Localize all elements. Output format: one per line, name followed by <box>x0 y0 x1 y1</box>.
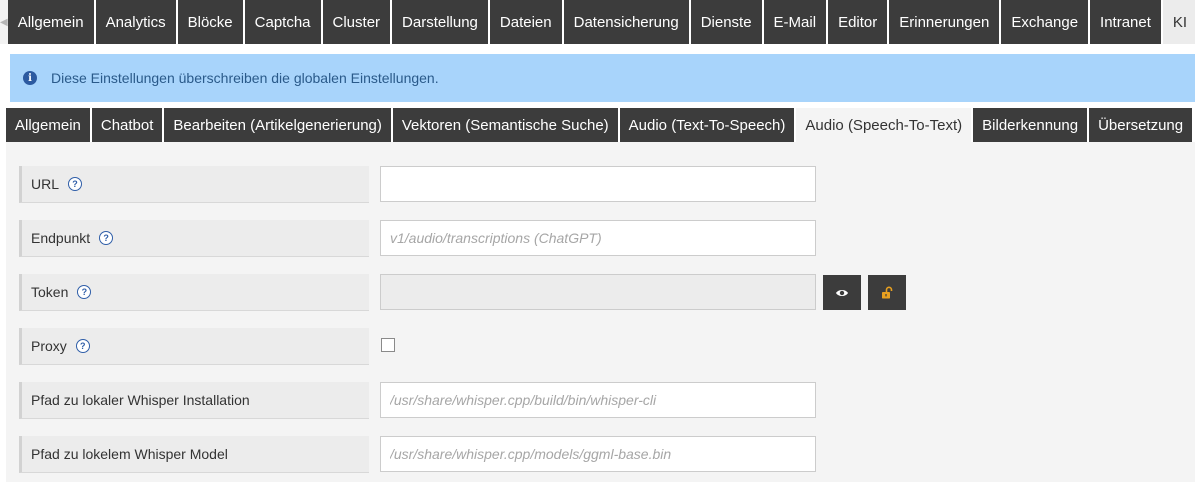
url-help-icon[interactable]: ? <box>68 177 83 191</box>
eye-icon <box>836 289 848 296</box>
info-banner-text: Diese Einstellungen überschreiben die gl… <box>51 70 439 86</box>
tab-erinnerungen[interactable]: Erinnerungen <box>889 0 1002 44</box>
endpoint-label: Endpunkt <box>31 230 91 246</box>
subtab-bilderkennung[interactable]: Bilderkennung <box>973 108 1090 142</box>
tab-intranet[interactable]: Intranet <box>1090 0 1163 44</box>
tab-analytics[interactable]: Analytics <box>95 0 178 44</box>
url-input[interactable] <box>380 166 816 202</box>
endpoint-help-icon[interactable]: ? <box>99 231 114 245</box>
subtab-uebersetzung[interactable]: Übersetzung <box>1089 108 1195 142</box>
token-label: Token <box>31 284 69 300</box>
proxy-help-icon[interactable]: ? <box>75 339 90 353</box>
whisper-model-label: Pfad zu lokelem Whisper Model <box>31 446 228 462</box>
tab-datensicherung[interactable]: Datensicherung <box>563 0 691 44</box>
tab-email[interactable]: E-Mail <box>763 0 829 44</box>
info-banner: i Diese Einstellungen überschreiben die … <box>10 54 1195 102</box>
tab-cluster[interactable]: Cluster <box>322 0 393 44</box>
tab-dateien[interactable]: Dateien <box>489 0 564 44</box>
proxy-label: Proxy <box>31 338 67 354</box>
subtab-bearbeiten[interactable]: Bearbeiten (Artikelgenerierung) <box>164 108 393 142</box>
tab-ki[interactable]: KI <box>1162 0 1195 44</box>
proxy-label-row: Proxy ? <box>19 328 369 365</box>
sub-tab-bar: Allgemein Chatbot Bearbeiten (Artikelgen… <box>6 108 1195 142</box>
unlock-icon <box>882 286 893 298</box>
token-input[interactable] <box>380 274 816 310</box>
tab-darstellung[interactable]: Darstellung <box>392 0 490 44</box>
info-icon: i <box>23 71 37 85</box>
tab-editor[interactable]: Editor <box>828 0 890 44</box>
endpoint-label-row: Endpunkt ? <box>19 220 369 257</box>
tab-dienste[interactable]: Dienste <box>690 0 764 44</box>
token-help-icon[interactable]: ? <box>77 285 92 299</box>
subtab-allgemein[interactable]: Allgemein <box>6 108 92 142</box>
subtab-speech-to-text[interactable]: Audio (Speech-To-Text) <box>796 108 974 142</box>
tab-exchange[interactable]: Exchange <box>1001 0 1091 44</box>
whisper-path-label-row: Pfad zu lokaler Whisper Installation <box>19 382 369 419</box>
main-tab-bar: ◀ Allgemein Analytics Blöcke Captcha Clu… <box>0 0 1195 44</box>
subtab-chatbot[interactable]: Chatbot <box>91 108 165 142</box>
url-label-row: URL ? <box>19 166 369 203</box>
subtab-vektoren[interactable]: Vektoren (Semantische Suche) <box>392 108 620 142</box>
whisper-path-label: Pfad zu lokaler Whisper Installation <box>31 392 250 408</box>
token-label-row: Token ? <box>19 274 369 311</box>
subtab-text-to-speech[interactable]: Audio (Text-To-Speech) <box>619 108 797 142</box>
unlock-token-button[interactable] <box>868 275 906 310</box>
whisper-path-input[interactable] <box>380 382 816 418</box>
endpoint-input[interactable] <box>380 220 816 256</box>
url-label: URL <box>31 176 60 192</box>
show-token-button[interactable] <box>823 275 861 310</box>
proxy-checkbox[interactable] <box>381 338 395 352</box>
scroll-left-icon[interactable]: ◀ <box>0 0 8 44</box>
tab-captcha[interactable]: Captcha <box>244 0 323 44</box>
tab-allgemein[interactable]: Allgemein <box>7 0 96 44</box>
whisper-model-label-row: Pfad zu lokelem Whisper Model <box>19 436 369 473</box>
tab-bloecke[interactable]: Blöcke <box>177 0 245 44</box>
settings-panel: URL ? Endpunkt ? Token ? Proxy ? Pfad zu… <box>6 142 1195 482</box>
whisper-model-input[interactable] <box>380 436 816 472</box>
